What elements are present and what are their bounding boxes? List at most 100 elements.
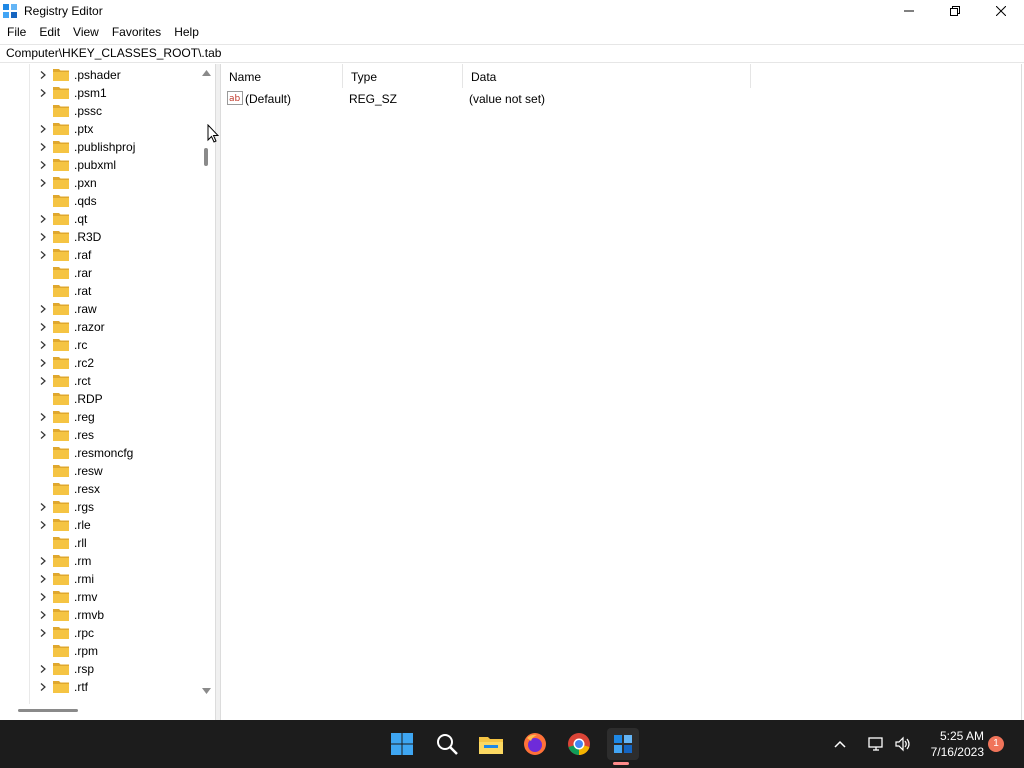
menu-help[interactable]: Help — [167, 22, 205, 43]
tree-item[interactable]: .rmv — [0, 588, 200, 606]
tree-item[interactable]: .pssc — [0, 102, 200, 120]
tree-item[interactable]: .R3D — [0, 228, 200, 246]
tree-item-label: .qds — [74, 194, 97, 208]
chevron-up-icon[interactable] — [832, 736, 848, 752]
vertical-scroll-thumb[interactable] — [204, 148, 208, 166]
tree-item-label: .res — [74, 428, 95, 442]
expand-chevron-icon[interactable] — [39, 557, 47, 565]
minimize-button[interactable] — [886, 0, 932, 22]
tree-item[interactable]: .rtf — [0, 678, 200, 696]
tree-item[interactable]: .qds — [0, 192, 200, 210]
expand-chevron-icon[interactable] — [39, 251, 47, 259]
expand-chevron-icon[interactable] — [39, 377, 47, 385]
menu-view[interactable]: View — [66, 22, 105, 43]
tree-item[interactable]: .pubxml — [0, 156, 200, 174]
expand-chevron-icon[interactable] — [39, 629, 47, 637]
tree-item[interactable]: .rmi — [0, 570, 200, 588]
tree-item[interactable]: .rle — [0, 516, 200, 534]
taskbar-chrome[interactable] — [563, 728, 595, 760]
network-icon[interactable] — [868, 736, 886, 752]
tree-item[interactable]: .psm1 — [0, 84, 200, 102]
expand-chevron-icon[interactable] — [39, 521, 47, 529]
expand-chevron-icon[interactable] — [39, 179, 47, 187]
expand-chevron-icon[interactable] — [39, 305, 47, 313]
expand-chevron-icon[interactable] — [39, 233, 47, 241]
menu-file[interactable]: File — [0, 22, 32, 43]
expand-chevron-icon[interactable] — [39, 89, 47, 97]
notification-badge[interactable]: 1 — [988, 736, 1004, 752]
tree-item[interactable]: .qt — [0, 210, 200, 228]
tree-item[interactable]: .rpm — [0, 642, 200, 660]
expand-chevron-icon[interactable] — [39, 575, 47, 583]
taskbar-registry-editor[interactable] — [607, 728, 639, 760]
folder-icon — [53, 465, 69, 477]
expand-chevron-icon[interactable] — [39, 413, 47, 421]
tree-item[interactable]: .rgs — [0, 498, 200, 516]
tree-item[interactable]: .resx — [0, 480, 200, 498]
restore-button[interactable] — [932, 0, 978, 22]
tree-item[interactable]: .rct — [0, 372, 200, 390]
tree-item[interactable]: .raw — [0, 300, 200, 318]
taskbar-file-explorer[interactable] — [475, 728, 507, 760]
tree-horizontal-scrollbar[interactable] — [0, 704, 200, 718]
column-header-data[interactable]: Data — [463, 64, 751, 88]
tree-item[interactable]: .rsp — [0, 660, 200, 678]
value-name: (Default) — [245, 92, 292, 106]
window-controls — [886, 0, 1024, 22]
expand-chevron-icon[interactable] — [39, 593, 47, 601]
tree-item[interactable]: .rc — [0, 336, 200, 354]
expand-chevron-icon[interactable] — [39, 665, 47, 673]
tree-item[interactable]: .RDP — [0, 390, 200, 408]
tree-item[interactable]: .rpc — [0, 624, 200, 642]
scroll-up-arrow-icon[interactable] — [202, 70, 211, 76]
expand-chevron-icon[interactable] — [39, 215, 47, 223]
expand-chevron-icon[interactable] — [39, 341, 47, 349]
expand-chevron-icon[interactable] — [39, 611, 47, 619]
tree-item[interactable]: .raf — [0, 246, 200, 264]
folder-icon — [53, 429, 69, 441]
folder-icon — [53, 627, 69, 639]
tree-item[interactable]: .resmoncfg — [0, 444, 200, 462]
menu-favorites[interactable]: Favorites — [105, 22, 167, 43]
tree-item[interactable]: .pshader — [0, 66, 200, 84]
taskbar-firefox[interactable] — [519, 728, 551, 760]
taskbar-search-button[interactable] — [431, 728, 463, 760]
tree-item[interactable]: .ptx — [0, 120, 200, 138]
taskbar-clock[interactable]: 5:25 AM 7/16/2023 — [914, 728, 984, 760]
tree-item[interactable]: .rmvb — [0, 606, 200, 624]
tree-item[interactable]: .rll — [0, 534, 200, 552]
tree-item[interactable]: .reg — [0, 408, 200, 426]
column-header-name[interactable]: Name — [221, 64, 343, 88]
expand-chevron-icon[interactable] — [39, 161, 47, 169]
tree-item[interactable]: .rm — [0, 552, 200, 570]
scroll-down-arrow-icon[interactable] — [202, 688, 211, 694]
tree-item[interactable]: .pxn — [0, 174, 200, 192]
expand-chevron-icon[interactable] — [39, 503, 47, 511]
tree-vertical-scrollbar[interactable] — [199, 64, 214, 704]
menu-edit[interactable]: Edit — [32, 22, 66, 43]
expand-chevron-icon[interactable] — [39, 683, 47, 691]
tree-item-label: .resw — [74, 464, 103, 478]
tree-item[interactable]: .razor — [0, 318, 200, 336]
tree-item[interactable]: .rat — [0, 282, 200, 300]
expand-chevron-icon[interactable] — [39, 71, 47, 79]
close-button[interactable] — [978, 0, 1024, 22]
folder-icon — [53, 537, 69, 549]
expand-chevron-icon[interactable] — [39, 143, 47, 151]
horizontal-scroll-thumb[interactable] — [18, 709, 78, 712]
column-header-type[interactable]: Type — [343, 64, 463, 88]
value-row[interactable]: ab (Default) REG_SZ (value not set) — [221, 90, 1021, 108]
address-bar[interactable]: Computer\HKEY_CLASSES_ROOT\.tab — [0, 44, 1024, 63]
tree-item[interactable]: .rc2 — [0, 354, 200, 372]
tree-item[interactable]: .res — [0, 426, 200, 444]
tree-item[interactable]: .rar — [0, 264, 200, 282]
folder-icon — [53, 573, 69, 585]
tree-item[interactable]: .publishproj — [0, 138, 200, 156]
expand-chevron-icon[interactable] — [39, 359, 47, 367]
tree-item[interactable]: .resw — [0, 462, 200, 480]
expand-chevron-icon[interactable] — [39, 431, 47, 439]
expand-chevron-icon[interactable] — [39, 323, 47, 331]
volume-icon[interactable] — [894, 736, 912, 752]
expand-chevron-icon[interactable] — [39, 125, 47, 133]
start-button[interactable] — [386, 728, 418, 760]
